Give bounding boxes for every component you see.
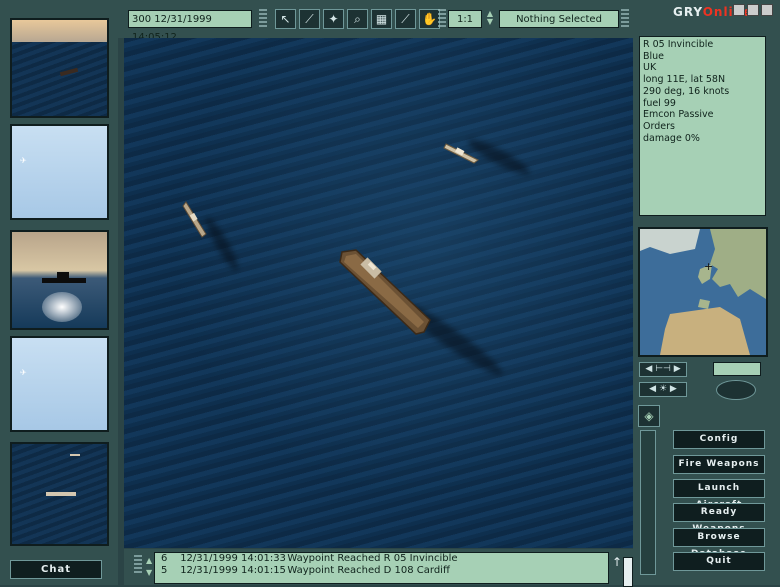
fire-weapons-button[interactable]: Fire Weapons: [673, 455, 765, 474]
carrier-invincible[interactable]: [336, 248, 436, 338]
camera-view-1[interactable]: [10, 18, 109, 118]
camera-view-2[interactable]: ✈: [10, 124, 109, 220]
unit-fuel: fuel 99: [643, 97, 676, 109]
unit-emcon[interactable]: Emcon Passive: [643, 109, 762, 121]
toolbar-grip-3[interactable]: [621, 9, 629, 29]
time-of-day-control[interactable]: ◀ ☀ ▶: [639, 382, 687, 397]
unit-course-speed: 290 deg, 16 knots: [643, 85, 730, 97]
unit-position: long 11E, lat 58N: [643, 74, 726, 86]
zoom-field[interactable]: [713, 362, 761, 376]
cube-view-icon[interactable]: ◈: [638, 405, 660, 427]
unit-damage: damage 0%: [643, 132, 700, 144]
satellite-icon[interactable]: ✦: [323, 9, 344, 29]
unit-orders[interactable]: Orders: [643, 121, 762, 133]
camera-zoom-control[interactable]: ◀ ⊢⊣ ▶: [639, 362, 687, 377]
pointer-icon[interactable]: ↖: [275, 9, 296, 29]
selection-status: Nothing Selected: [499, 10, 619, 28]
browse-database-button[interactable]: Browse Database: [673, 528, 765, 559]
scale-field[interactable]: 1:1: [448, 10, 482, 28]
message-log: ▲ ▼ 6 12/31/1999 14:01:33 Waypoint Reache…: [124, 549, 633, 587]
route-icon[interactable]: ⟋: [299, 9, 320, 29]
world-map[interactable]: +: [638, 227, 768, 357]
top-toolbar: 300 12/31/1999 14:05:12 ↖ ⟋ ✦ ⌕ ▦ ⟋ ✋ 1:…: [118, 0, 633, 43]
log-scroll-up-icon[interactable]: ↑: [612, 555, 622, 569]
hand-icon[interactable]: ✋: [419, 9, 440, 29]
magnify-icon[interactable]: ⌕: [347, 9, 368, 29]
camera-view-5[interactable]: [10, 442, 109, 546]
unit-side: Blue: [643, 50, 665, 62]
unit-info-panel: R 05 Invincible Blue UK long 11E, lat 58…: [639, 36, 766, 216]
camera-view-4[interactable]: ✈: [10, 336, 109, 432]
grid-icon[interactable]: ▦: [371, 9, 392, 29]
escort-ship-left[interactable]: [180, 200, 210, 240]
config-button[interactable]: Config: [673, 430, 765, 449]
camera-panel: ✈ ✈ Chat: [0, 0, 118, 585]
minimize-icon[interactable]: [733, 4, 745, 16]
toolbar-grip[interactable]: [259, 9, 267, 29]
unit-nation: UK: [643, 62, 657, 74]
game-clock: 300 12/31/1999 14:05:12: [128, 10, 252, 43]
launch-aircraft-button[interactable]: Launch Aircraft: [673, 479, 765, 510]
unit-name: R 05 Invincible: [643, 39, 714, 50]
map-landmass: [640, 229, 766, 355]
toolbar-grip-2[interactable]: [438, 9, 446, 29]
log-scrollbar[interactable]: [623, 557, 633, 587]
right-panel: GRYOnline R 05 Invincible Blue UK long 1…: [633, 0, 780, 585]
log-entry: 5 12/31/1999 14:01:15 Waypoint Reached D…: [161, 565, 450, 576]
map-position-marker-icon: +: [704, 260, 714, 273]
scale-stepper[interactable]: ▲ ▼: [484, 10, 496, 28]
maximize-icon[interactable]: [747, 4, 759, 16]
ocean-viewport[interactable]: [124, 38, 633, 548]
log-scroll-arrows-left[interactable]: ▲ ▼: [146, 555, 152, 579]
log-entry: 6 12/31/1999 14:01:33 Waypoint Reached R…: [161, 553, 458, 564]
camera-view-3[interactable]: [10, 230, 109, 330]
compass-button[interactable]: [716, 380, 756, 400]
vertical-slider[interactable]: [640, 430, 656, 575]
log-grip[interactable]: [134, 555, 142, 575]
escort-ship-right[interactable]: [442, 138, 482, 166]
close-icon[interactable]: [761, 4, 773, 16]
ready-weapons-button[interactable]: Ready Weapons: [673, 503, 765, 534]
log-entries: 6 12/31/1999 14:01:33 Waypoint Reached R…: [154, 552, 633, 587]
ruler-icon[interactable]: ⟋: [395, 9, 416, 29]
chat-button[interactable]: Chat: [10, 560, 102, 579]
quit-button[interactable]: Quit: [673, 552, 765, 571]
